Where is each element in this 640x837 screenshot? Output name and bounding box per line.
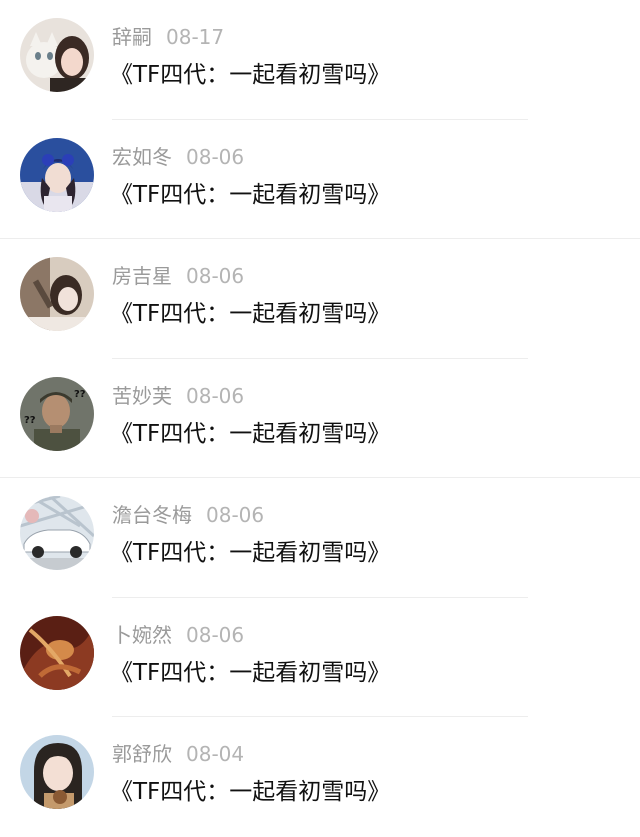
comment-item[interactable]: 房吉星 08-06 《TF四代：一起看初雪吗》	[0, 239, 640, 359]
avatar-girl-selfie-icon	[20, 735, 94, 809]
comment-meta: 苦妙芙 08-06	[112, 381, 244, 411]
avatar-cat-girl-icon	[20, 18, 94, 92]
comment-item[interactable]: 辞嗣 08-17 《TF四代：一起看初雪吗》	[0, 0, 640, 120]
comment-text: 《TF四代：一起看初雪吗》	[110, 420, 391, 447]
svg-text:??: ??	[74, 389, 86, 400]
comment-text: 《TF四代：一起看初雪吗》	[110, 779, 391, 805]
avatar[interactable]	[20, 496, 94, 570]
comment-date: 08-17	[166, 25, 225, 49]
comment-meta: 澹台冬梅 08-06	[112, 500, 264, 530]
comment-date: 08-06	[186, 144, 245, 169]
avatar-blue-hat-girl-icon	[20, 137, 94, 212]
avatar-white-car-icon	[20, 496, 94, 570]
author-name[interactable]: 苦妙芙	[112, 384, 172, 408]
comment-item[interactable]: ?? ?? 苦妙芙 08-06 《TF四代：一起看初雪吗》	[0, 359, 640, 478]
comment-date: 08-04	[186, 742, 245, 766]
comment-meta: 宏如冬 08-06	[112, 142, 244, 172]
author-name[interactable]: 卜婉然	[112, 623, 172, 647]
comment-item[interactable]: 宏如冬 08-06 《TF四代：一起看初雪吗》	[0, 120, 640, 239]
comment-text: 《TF四代：一起看初雪吗》	[110, 62, 391, 88]
comment-text: 《TF四代：一起看初雪吗》	[110, 181, 391, 208]
author-name[interactable]: 宏如冬	[112, 145, 172, 169]
comment-text: 《TF四代：一起看初雪吗》	[110, 659, 391, 686]
comment-meta: 辞嗣 08-17	[112, 22, 224, 52]
comment-list: 辞嗣 08-17 《TF四代：一起看初雪吗》 宏如冬 08-06 《TF四代：一起看…	[0, 0, 640, 834]
avatar-dark-red-art-icon	[20, 615, 94, 690]
comment-date: 08-06	[206, 503, 265, 527]
comment-text: 《TF四代：一起看初雪吗》	[110, 301, 391, 327]
svg-text:??: ??	[24, 415, 36, 426]
avatar-girl-photo-icon	[20, 257, 94, 331]
avatar[interactable]	[20, 735, 94, 809]
avatar[interactable]	[20, 18, 94, 92]
avatar[interactable]	[20, 615, 94, 690]
author-name[interactable]: 房吉星	[112, 264, 172, 288]
author-name[interactable]: 郭舒欣	[112, 742, 172, 766]
comment-date: 08-06	[186, 383, 245, 408]
author-name[interactable]: 辞嗣	[112, 25, 152, 49]
comment-date: 08-06	[186, 622, 245, 647]
comment-item[interactable]: 澹台冬梅 08-06 《TF四代：一起看初雪吗》	[0, 478, 640, 598]
comment-item[interactable]: 郭舒欣 08-04 《TF四代：一起看初雪吗》	[0, 717, 640, 837]
avatar[interactable]	[20, 137, 94, 212]
comment-date: 08-06	[186, 264, 245, 288]
comment-text: 《TF四代：一起看初雪吗》	[110, 540, 391, 566]
avatar-man-meme-icon: ?? ??	[20, 376, 94, 451]
comment-item[interactable]: 卜婉然 08-06 《TF四代：一起看初雪吗》	[0, 598, 640, 717]
avatar[interactable]: ?? ??	[20, 376, 94, 451]
comment-meta: 卜婉然 08-06	[112, 620, 244, 650]
comment-meta: 房吉星 08-06	[112, 261, 244, 291]
comment-meta: 郭舒欣 08-04	[112, 739, 244, 769]
author-name[interactable]: 澹台冬梅	[112, 503, 192, 527]
avatar[interactable]	[20, 257, 94, 331]
